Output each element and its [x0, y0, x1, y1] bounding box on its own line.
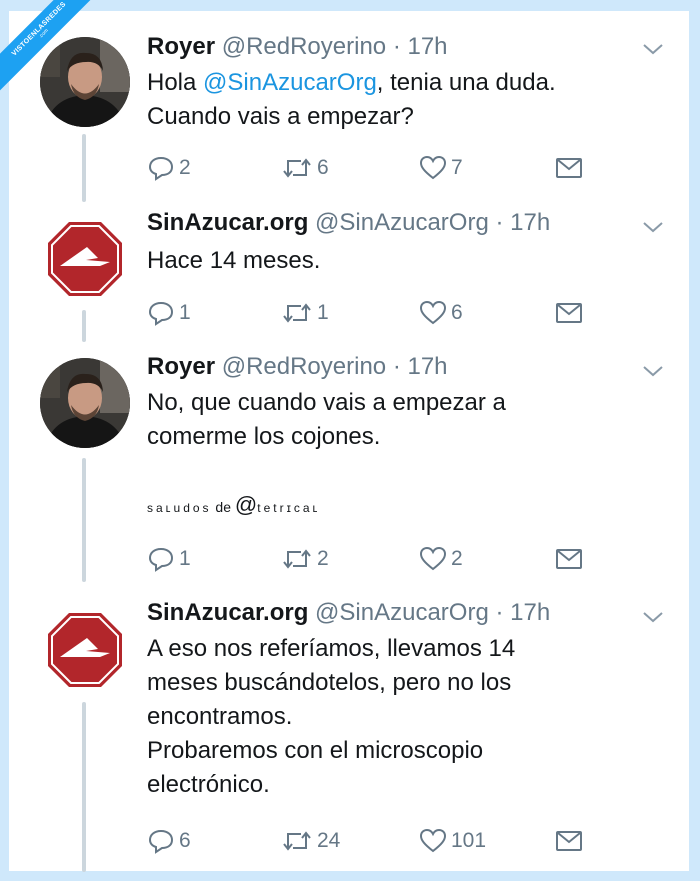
tweet-actions: 1 2 2	[147, 546, 587, 574]
tweet-header: Royer @RedRoyerino · 17h	[147, 353, 448, 381]
thread-line	[82, 310, 86, 342]
mention-link[interactable]: @SinAzucarOrg	[203, 69, 377, 96]
reply-count: 1	[179, 547, 191, 570]
like-button[interactable]: 7	[419, 155, 463, 181]
tweet-text: Hola @SinAzucarOrg, tenia una duda. Cuan…	[147, 66, 556, 134]
reply-count: 2	[179, 156, 191, 179]
user-handle[interactable]: @SinAzucarOrg	[315, 209, 489, 236]
reply-button[interactable]: 2	[147, 155, 191, 181]
separator-dot: ·	[392, 353, 401, 380]
tweet-actions: 1 1 6	[147, 300, 587, 328]
tweet-text: No, que cuando vais a empezar a comerme …	[147, 389, 506, 450]
retweet-button[interactable]: 6	[281, 155, 329, 181]
like-icon	[419, 546, 447, 571]
frame-right	[689, 0, 700, 881]
reply-count: 1	[179, 301, 191, 324]
like-icon	[419, 155, 447, 180]
watermark-part3: tetrɪcaʟ	[257, 501, 321, 515]
reply-button[interactable]: 6	[147, 828, 191, 854]
tweet-text-start: Hola	[147, 69, 204, 96]
separator-dot: ·	[392, 33, 401, 60]
message-icon	[556, 303, 582, 323]
tweet-header: SinAzucar.org @SinAzucarOrg · 17h	[147, 599, 550, 627]
stop-sign-logo-icon	[43, 608, 127, 692]
profile-photo-icon	[40, 358, 130, 448]
timestamp[interactable]: 17h	[407, 33, 447, 60]
like-button[interactable]: 101	[419, 828, 486, 854]
profile-photo-icon	[40, 37, 130, 127]
frame-top	[0, 0, 700, 11]
reply-icon	[148, 301, 174, 326]
timestamp[interactable]: 17h	[510, 599, 550, 626]
direct-message-button[interactable]	[555, 300, 583, 326]
message-icon	[556, 549, 582, 569]
display-name[interactable]: Royer	[147, 33, 215, 60]
separator-dot: ·	[495, 209, 504, 236]
avatar[interactable]	[40, 358, 130, 448]
retweet-count: 1	[317, 301, 329, 324]
timestamp[interactable]: 17h	[510, 209, 550, 236]
tweet-text: Hace 14 meses.	[147, 247, 321, 274]
retweet-button[interactable]: 1	[281, 300, 329, 326]
separator-dot: ·	[495, 599, 504, 626]
reply-button[interactable]: 1	[147, 546, 191, 572]
display-name[interactable]: SinAzucar.org	[147, 599, 308, 626]
like-count: 101	[451, 829, 487, 852]
like-count: 6	[451, 301, 463, 324]
thread-line	[82, 458, 86, 582]
message-icon	[556, 158, 582, 178]
avatar[interactable]	[40, 37, 130, 127]
reply-button[interactable]: 1	[147, 300, 191, 326]
user-handle[interactable]: @SinAzucarOrg	[315, 599, 489, 626]
frame-left	[0, 0, 9, 881]
tweet-text: A eso nos referíamos, llevamos 14 meses …	[147, 635, 516, 798]
tweet-header: SinAzucar.org @SinAzucarOrg · 17h	[147, 209, 550, 237]
stop-sign-logo-icon	[43, 217, 127, 301]
watermark-part1: saʟudos	[147, 501, 212, 515]
tweet-actions: 2 6 7	[147, 155, 587, 183]
thread-line	[82, 702, 86, 872]
like-count: 2	[451, 547, 463, 570]
display-name[interactable]: Royer	[147, 353, 215, 380]
retweet-button[interactable]: 24	[281, 828, 340, 854]
message-icon	[556, 831, 582, 851]
retweet-icon	[283, 158, 311, 178]
user-handle[interactable]: @RedRoyerino	[222, 33, 386, 60]
watermark-part2: de	[211, 499, 235, 515]
like-icon	[419, 828, 447, 853]
watermark-text: saʟudos de @tetrɪcaʟ	[147, 492, 320, 518]
reply-icon	[148, 156, 174, 181]
retweet-count: 2	[317, 547, 329, 570]
chevron-down-icon[interactable]	[642, 220, 664, 234]
frame-bottom	[0, 871, 700, 881]
tweet-header: Royer @RedRoyerino · 17h	[147, 33, 448, 61]
reply-icon	[148, 829, 174, 854]
display-name[interactable]: SinAzucar.org	[147, 209, 308, 236]
like-button[interactable]: 6	[419, 300, 463, 326]
retweet-icon	[283, 303, 311, 323]
retweet-icon	[283, 831, 311, 851]
avatar[interactable]	[40, 605, 130, 695]
timestamp[interactable]: 17h	[407, 353, 447, 380]
like-count: 7	[451, 156, 463, 179]
tweet-actions: 6 24 101	[147, 828, 587, 856]
user-handle[interactable]: @RedRoyerino	[222, 353, 386, 380]
direct-message-button[interactable]	[555, 155, 583, 181]
like-icon	[419, 300, 447, 325]
reply-count: 6	[179, 829, 191, 852]
retweet-count: 6	[317, 156, 329, 179]
chevron-down-icon[interactable]	[642, 610, 664, 624]
retweet-button[interactable]: 2	[281, 546, 329, 572]
watermark-at: @	[234, 492, 258, 517]
retweet-count: 24	[317, 829, 341, 852]
reply-icon	[148, 547, 174, 572]
direct-message-button[interactable]	[555, 546, 583, 572]
thread-line	[82, 134, 86, 202]
chevron-down-icon[interactable]	[642, 42, 664, 56]
avatar[interactable]	[40, 214, 130, 304]
direct-message-button[interactable]	[555, 828, 583, 854]
like-button[interactable]: 2	[419, 546, 463, 572]
retweet-icon	[283, 549, 311, 569]
chevron-down-icon[interactable]	[642, 364, 664, 378]
